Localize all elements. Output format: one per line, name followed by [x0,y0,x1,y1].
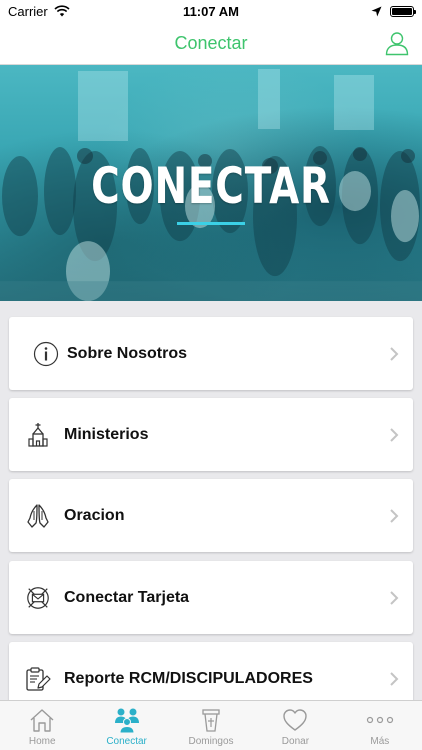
chevron-right-icon [390,590,399,605]
user-outline-icon[interactable] [384,30,410,56]
menu-item-oracion[interactable]: Oracion [9,479,413,552]
church-icon [25,422,51,448]
tab-label: Conectar [106,736,147,747]
home-icon [28,706,56,734]
menu-item-label: Sobre Nosotros [67,344,188,362]
chevron-right-icon [390,671,399,686]
tab-donar[interactable]: Donar [253,701,337,750]
menu-item-conectar-tarjeta[interactable]: Conectar Tarjeta [9,561,413,634]
menu-item-label: Oracion [64,506,125,524]
chevron-right-icon [390,427,399,442]
info-circle-icon [33,341,59,367]
praying-hands-icon [25,503,51,529]
location-arrow-icon [371,6,382,16]
menu-item-label: Conectar Tarjeta [64,588,190,606]
page-title: Conectar [174,32,248,53]
battery-icon [390,5,416,17]
tab-label: Donar [281,736,310,747]
hero-banner: CONECTAR [0,65,422,301]
tab-mas[interactable]: Más [338,701,422,750]
carrier-label: Carrier [8,3,48,19]
envelope-circle-icon [25,585,51,611]
hero-title: CONECTAR [91,157,331,215]
tab-home[interactable]: Home [0,701,84,750]
tab-conectar[interactable]: Conectar [84,701,168,750]
more-dots-icon [366,706,394,734]
tab-domingos[interactable]: Domingos [169,701,253,750]
people-icon [113,706,141,734]
tab-label: Domingos [188,736,234,747]
chevron-right-icon [390,508,399,523]
menu-item-label: Ministerios [64,425,149,443]
heart-icon [281,706,309,734]
status-bar: Carrier 11:07 AM [0,0,422,22]
wifi-icon [54,5,70,17]
clipboard-edit-icon [25,666,51,692]
tab-bar: Home Conectar Domingos Donar Más [0,700,422,750]
podium-icon [197,706,225,734]
tab-label: Más [370,736,390,747]
menu-item-sobre-nosotros[interactable]: Sobre Nosotros [9,317,413,390]
chevron-right-icon [390,346,399,361]
hero-title-underline [177,222,245,225]
menu-item-ministerios[interactable]: Ministerios [9,398,413,471]
status-time: 11:07 AM [183,3,239,19]
menu-item-label: Reporte RCM/DISCIPULADORES [64,669,313,687]
tab-label: Home [28,736,56,747]
navigation-bar: Conectar [0,22,422,65]
